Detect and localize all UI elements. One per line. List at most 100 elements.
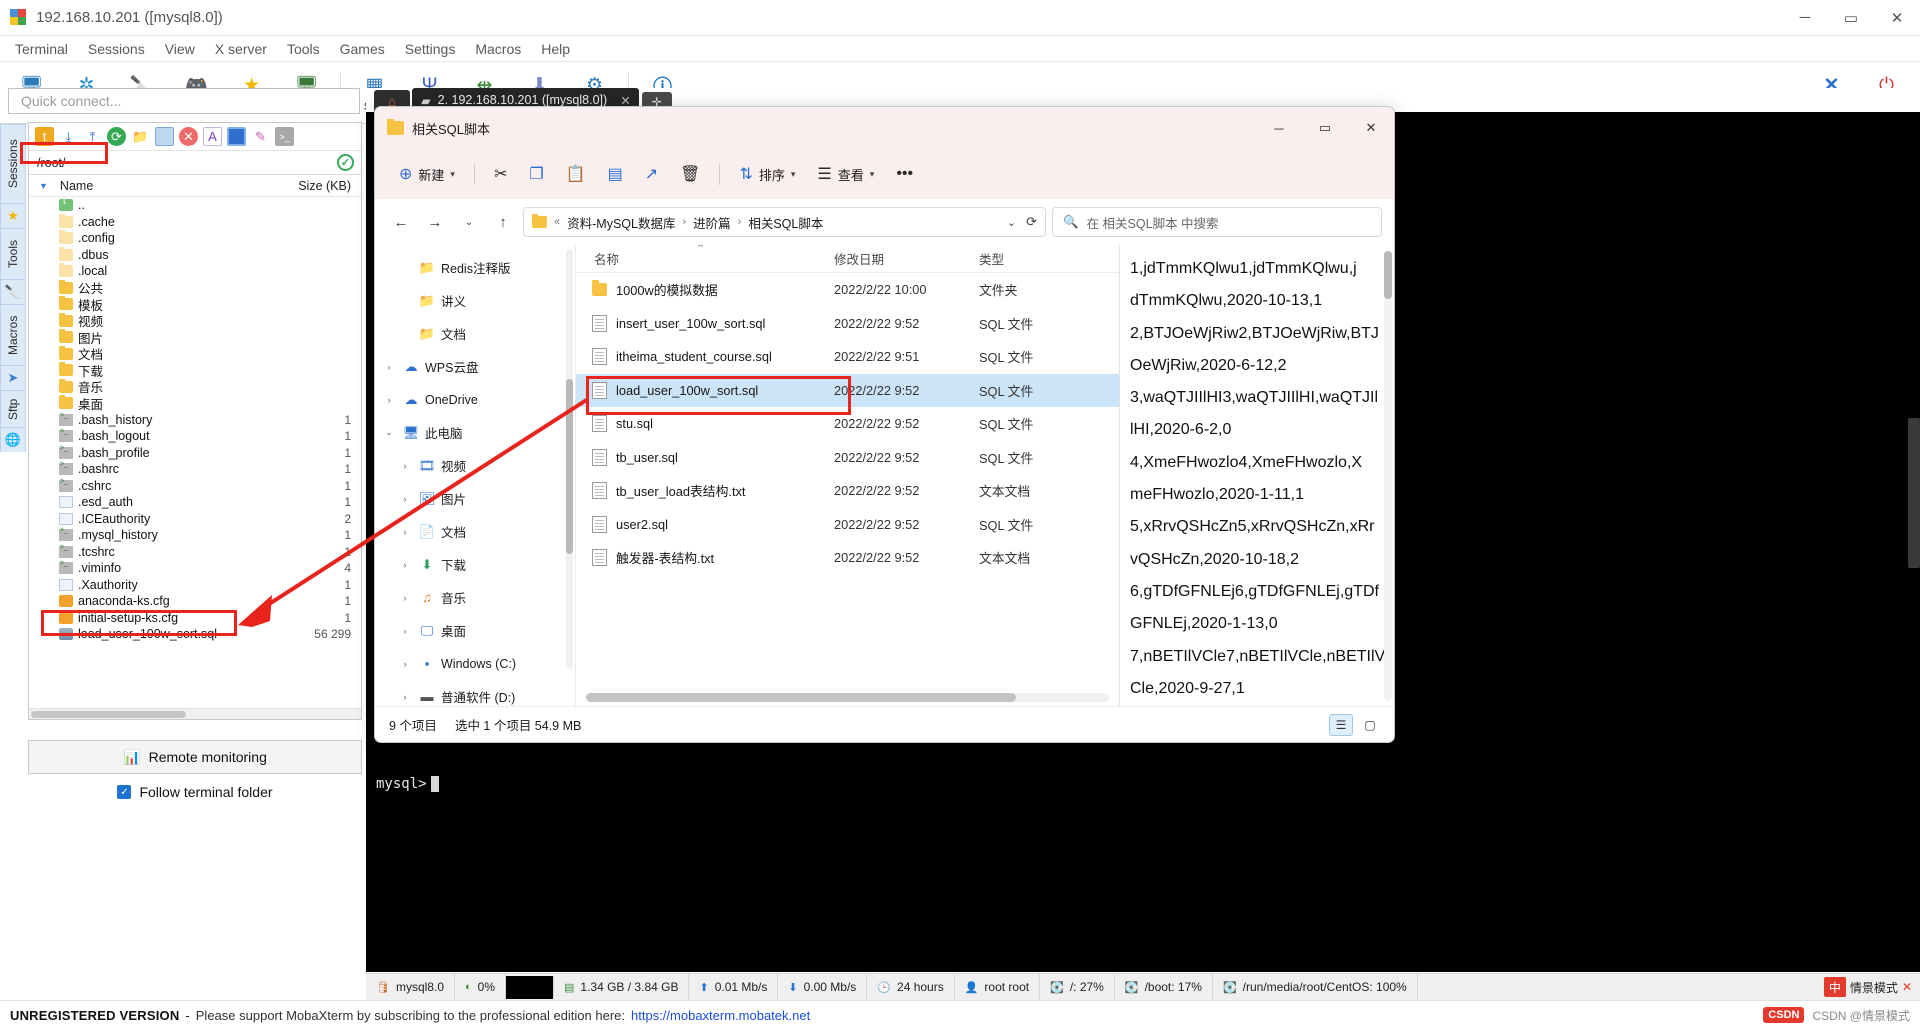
sftp-row[interactable]: .cache	[29, 213, 361, 231]
sidebar-item[interactable]: › ♫ 音乐	[375, 581, 575, 614]
text-mode-icon[interactable]: A	[203, 127, 222, 146]
sidebar-item[interactable]: 📁 讲义	[375, 284, 575, 317]
rename-button[interactable]: ▤	[598, 157, 633, 191]
sort-button[interactable]: ⇅ 排序 ▾	[729, 157, 805, 191]
ime-badge[interactable]: 中	[1823, 977, 1846, 997]
expander-icon[interactable]: ⌄	[381, 427, 397, 438]
sidebar-item[interactable]: ⌄ 🖥 此电脑	[375, 416, 575, 449]
sidebar-item[interactable]: › ▪ Windows (C:)	[375, 647, 575, 680]
view-button[interactable]: ☰ 查看 ▾	[807, 157, 884, 191]
sftp-row[interactable]: .cshrc 1	[29, 478, 361, 495]
sftp-row[interactable]: .Xauthority 1	[29, 577, 361, 594]
sftp-row[interactable]: .bash_history 1	[29, 412, 361, 429]
sftp-row[interactable]: load_user_100w_sort.sql 56 299	[29, 626, 361, 643]
sftp-row[interactable]: ..	[29, 197, 361, 214]
status-item[interactable]: ⬇ 0.00 Mb/s	[778, 973, 868, 1001]
sftp-row[interactable]: initial-setup-ks.cfg 1	[29, 610, 361, 627]
sftp-row[interactable]: 图片	[29, 329, 361, 346]
sftp-row[interactable]: anaconda-ks.cfg 1	[29, 593, 361, 610]
sftp-horizontal-scrollbar[interactable]	[29, 708, 361, 719]
sidebar-item[interactable]: 📁 Redis注释版	[375, 251, 575, 284]
explorer-maximize-button[interactable]: ▭	[1302, 107, 1348, 149]
column-header-type[interactable]: 类型	[979, 249, 1099, 268]
sftp-row[interactable]: .config	[29, 230, 361, 247]
refresh-icon[interactable]: ⟳	[1026, 214, 1037, 230]
expander-icon[interactable]: ›	[397, 626, 413, 636]
sftp-row[interactable]: 桌面	[29, 395, 361, 412]
sftp-row[interactable]: 视频	[29, 312, 361, 329]
refresh-icon[interactable]: ⟳	[107, 127, 126, 146]
new-file-icon[interactable]	[155, 127, 174, 146]
sftp-row[interactable]: .viminfo 4	[29, 560, 361, 577]
sftp-row[interactable]: .tcshrc 1	[29, 544, 361, 561]
new-folder-icon[interactable]: 📁	[131, 127, 150, 146]
sftp-row[interactable]: .bash_profile 1	[29, 445, 361, 462]
file-row[interactable]: itheima_student_course.sql 2022/2/22 9:51…	[576, 340, 1119, 374]
share-button[interactable]: ↗	[635, 157, 668, 191]
sidebar-item[interactable]: › ☁ WPS云盘	[375, 350, 575, 383]
sftp-row[interactable]: .ICEauthority 2	[29, 511, 361, 528]
sftp-column-size[interactable]: Size (KB)	[293, 179, 361, 193]
menu-tools[interactable]: Tools	[278, 38, 329, 60]
close-icon[interactable]: ✕	[1902, 980, 1912, 994]
new-button[interactable]: ⊕ 新建 ▾	[389, 157, 465, 191]
file-row[interactable]: insert_user_100w_sort.sql 2022/2/22 9:52 S…	[576, 307, 1119, 341]
explorer-minimize-button[interactable]: ─	[1256, 107, 1302, 149]
sftp-row[interactable]: .bashrc 1	[29, 461, 361, 478]
breadcrumb-item-1[interactable]: 资料-MySQL数据库	[567, 213, 675, 232]
sftp-row[interactable]: .mysql_history 1	[29, 527, 361, 544]
file-row[interactable]: load_user_100w_sort.sql 2022/2/22 9:52 SQL…	[576, 373, 1119, 407]
sidebar-item[interactable]: › 🖵 桌面	[375, 614, 575, 647]
file-row[interactable]: tb_user.sql 2022/2/22 9:52 SQL 文件	[576, 441, 1119, 475]
sidebar-item[interactable]: › ⬇ 下载	[375, 548, 575, 581]
sidebar-item[interactable]: › 📄 文档	[375, 515, 575, 548]
back-button[interactable]: ←	[387, 208, 415, 236]
grid-view-icon[interactable]: ▢	[1358, 714, 1382, 736]
sftp-file-list[interactable]: ...cache .config.dbus .local公共模板视频图片文档下载音乐…	[29, 197, 361, 708]
sftp-row[interactable]: 模板	[29, 296, 361, 313]
follow-terminal-checkbox[interactable]: ✓	[117, 785, 132, 799]
search-box[interactable]: 🔍 在 相关SQL脚本 中搜索	[1052, 207, 1382, 237]
delete-button[interactable]: 🗑	[670, 157, 710, 191]
sftp-row[interactable]: .local	[29, 263, 361, 280]
binary-mode-icon[interactable]	[227, 127, 246, 146]
sidebar-item-macros[interactable]: Macros	[0, 304, 26, 366]
sidebar-item-tools[interactable]: Tools	[0, 228, 26, 280]
list-view-icon[interactable]: ☰	[1329, 713, 1353, 736]
menu-x-server[interactable]: X server	[206, 38, 276, 60]
sidebar-item[interactable]: › ▬ 普通软件 (D:)	[375, 680, 575, 706]
sftp-row[interactable]: .dbus	[29, 246, 361, 264]
menu-games[interactable]: Games	[331, 38, 394, 60]
download-icon[interactable]: ⤓	[59, 127, 78, 146]
sftp-row[interactable]: 下载	[29, 362, 361, 379]
sftp-path-bar[interactable]: /root/ ✓	[29, 151, 361, 175]
forward-button[interactable]: →	[421, 208, 449, 236]
status-item[interactable]: ▤ 1.34 GB / 3.84 GB	[554, 973, 690, 1001]
more-button[interactable]: •••	[886, 157, 923, 191]
column-header-date[interactable]: 修改日期	[834, 249, 979, 268]
file-row[interactable]: stu.sql 2022/2/22 9:52 SQL 文件	[576, 407, 1119, 441]
explorer-close-button[interactable]: ✕	[1348, 107, 1394, 149]
expander-icon[interactable]: ›	[381, 395, 397, 405]
delete-icon[interactable]: ✕	[179, 127, 198, 146]
quick-connect-input[interactable]: Quick connect...	[8, 88, 360, 114]
sidebar-item[interactable]: › ☁ OneDrive	[375, 383, 575, 416]
sftp-row[interactable]: 文档	[29, 345, 361, 362]
expander-icon[interactable]: ›	[397, 593, 413, 603]
sidebar-item-sftp[interactable]: Sftp	[0, 390, 26, 428]
status-item[interactable]: 💽 /run/media/root/CentOS: 100%	[1213, 973, 1418, 1001]
cut-button[interactable]: ✂	[484, 157, 517, 191]
column-header-name[interactable]: 名称	[576, 245, 834, 268]
menu-help[interactable]: Help	[532, 38, 579, 60]
menu-settings[interactable]: Settings	[396, 38, 465, 60]
sidebar-item-sessions[interactable]: Sessions	[0, 124, 26, 204]
close-button[interactable]: ✕	[1874, 0, 1920, 36]
menu-view[interactable]: View	[156, 38, 204, 60]
go-up-icon[interactable]: t	[35, 127, 54, 146]
sort-arrow-icon[interactable]: ▼	[39, 181, 48, 191]
terminal-icon[interactable]: >_	[275, 127, 294, 146]
breadcrumb-item-2[interactable]: 进阶篇	[693, 213, 731, 232]
recent-locations-button[interactable]: ⌄	[455, 208, 483, 236]
copy-button[interactable]: ❐	[519, 157, 553, 191]
expander-icon[interactable]: ›	[397, 527, 413, 537]
